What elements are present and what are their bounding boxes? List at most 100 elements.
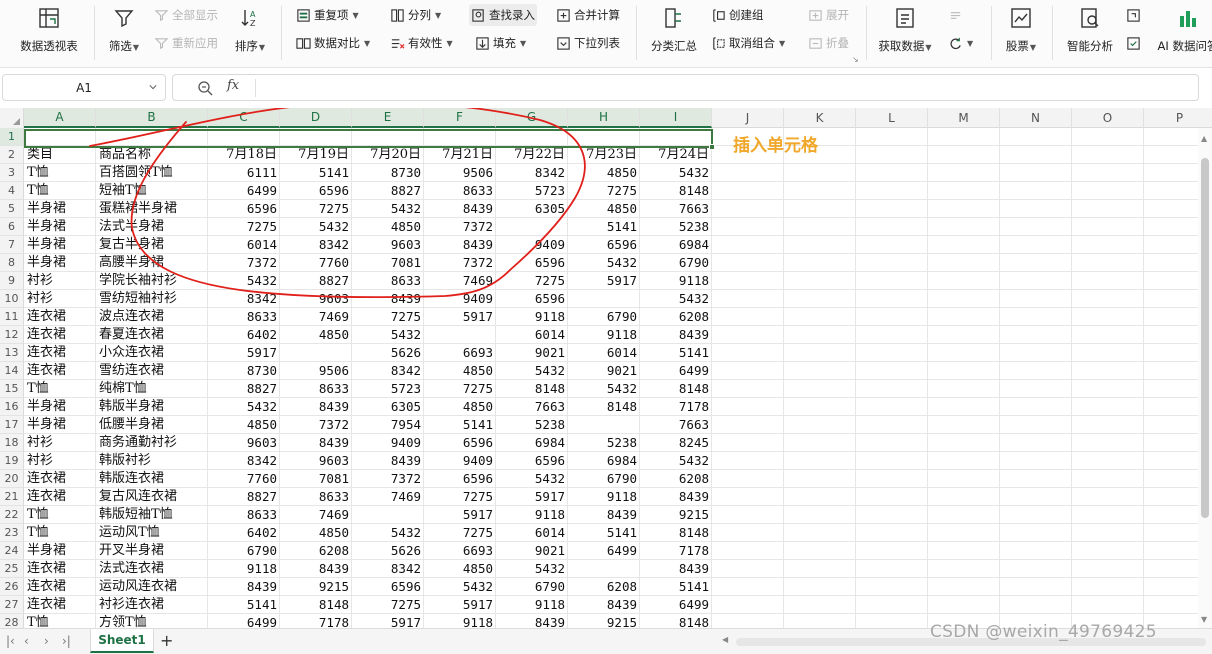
data-cell[interactable]: 6984 <box>640 236 712 254</box>
data-cell[interactable]: 5917 <box>424 308 496 326</box>
row-header[interactable]: 28 <box>0 614 24 628</box>
data-cell[interactable]: 6305 <box>496 200 568 218</box>
row-header[interactable]: 25 <box>0 560 24 578</box>
data-cell[interactable]: 8148 <box>640 182 712 200</box>
data-cell[interactable]: 8148 <box>640 614 712 628</box>
data-cell[interactable]: 4850 <box>280 524 352 542</box>
expand-button[interactable]: 展开 <box>806 4 851 26</box>
header-cell[interactable]: 类目 <box>24 146 96 164</box>
data-cell[interactable]: 7372 <box>280 416 352 434</box>
column-header-m[interactable]: M <box>928 108 1000 128</box>
data-cell[interactable]: 6014 <box>496 524 568 542</box>
worksheet[interactable]: ABCDEFGHIJKLMNOP 1 2 3 4 5 6 7 8 9 10 11 12 13 14 15 16… <box>0 108 1212 628</box>
data-cell[interactable]: 4850 <box>208 416 280 434</box>
data-cell[interactable]: 5626 <box>352 542 424 560</box>
data-cell[interactable]: 8439 <box>208 578 280 596</box>
data-cell[interactable]: T恤 <box>24 380 96 398</box>
row-header[interactable]: 18 <box>0 434 24 452</box>
data-cell[interactable]: 5141 <box>640 344 712 362</box>
data-cell[interactable]: 半身裙 <box>24 218 96 236</box>
row-header[interactable]: 16 <box>0 398 24 416</box>
data-cell[interactable]: 8439 <box>280 434 352 452</box>
data-cell[interactable]: 6499 <box>208 182 280 200</box>
header-cell[interactable]: 7月19日 <box>280 146 352 164</box>
data-cell[interactable]: 8342 <box>352 560 424 578</box>
data-cell[interactable]: 7275 <box>280 200 352 218</box>
column-header-k[interactable]: K <box>784 108 856 128</box>
data-cell[interactable]: 法式半身裙 <box>96 218 208 236</box>
data-cell[interactable]: 6596 <box>424 434 496 452</box>
row-header[interactable]: 4 <box>0 182 24 200</box>
data-cell[interactable]: 5917 <box>496 488 568 506</box>
show-all-button[interactable]: 全部显示 <box>152 4 220 26</box>
data-cell[interactable]: 8148 <box>640 380 712 398</box>
data-cell[interactable]: 8148 <box>496 380 568 398</box>
data-cell[interactable]: 6499 <box>208 614 280 628</box>
data-cell[interactable]: 8633 <box>208 506 280 524</box>
data-cell[interactable]: 6208 <box>640 470 712 488</box>
row-header[interactable]: 5 <box>0 200 24 218</box>
smart-analysis-button[interactable]: 智能分析 <box>1062 2 1118 64</box>
data-cell[interactable]: 7469 <box>280 308 352 326</box>
ai-data-qa-button[interactable]: AI 数据问答 <box>1152 2 1212 64</box>
data-cell[interactable]: 6208 <box>568 578 640 596</box>
data-cell[interactable]: 低腰半身裙 <box>96 416 208 434</box>
data-cell[interactable]: 6499 <box>568 542 640 560</box>
data-cell[interactable]: 9409 <box>352 434 424 452</box>
scroll-down-icon[interactable]: ▼ <box>1201 615 1207 624</box>
data-cell[interactable]: 4850 <box>568 200 640 218</box>
data-cell[interactable]: 6111 <box>208 164 280 182</box>
row-header[interactable]: 12 <box>0 326 24 344</box>
data-cell[interactable]: 运动风连衣裙 <box>96 578 208 596</box>
data-cell[interactable]: 9118 <box>496 596 568 614</box>
row-header[interactable]: 19 <box>0 452 24 470</box>
column-header-l[interactable]: L <box>856 108 928 128</box>
ai-tool-button[interactable] <box>1124 4 1143 26</box>
pivot-table-button[interactable]: 数据透视表 <box>14 2 84 64</box>
data-cell[interactable]: 高腰半身裙 <box>96 254 208 272</box>
fill-handle[interactable] <box>709 144 715 150</box>
data-cell[interactable]: 5432 <box>568 254 640 272</box>
ai-check-button[interactable] <box>1124 32 1143 54</box>
data-cell[interactable]: 5917 <box>568 272 640 290</box>
data-cell[interactable]: 6305 <box>352 398 424 416</box>
data-cell[interactable]: 7081 <box>280 470 352 488</box>
column-header-p[interactable]: P <box>1144 108 1212 128</box>
data-cell[interactable]: 5432 <box>496 362 568 380</box>
data-cell[interactable]: 百搭圆领T恤 <box>96 164 208 182</box>
data-cell[interactable]: T恤 <box>24 182 96 200</box>
data-cell[interactable]: 7663 <box>496 398 568 416</box>
data-cell[interactable]: 8439 <box>352 452 424 470</box>
data-cell[interactable]: 6693 <box>424 344 496 362</box>
data-cell[interactable]: 短袖T恤 <box>96 182 208 200</box>
collapse-button[interactable]: 折叠 <box>806 32 851 54</box>
data-cell[interactable]: 9603 <box>208 434 280 452</box>
reapply-button[interactable]: 重新应用 <box>152 32 220 54</box>
data-cell[interactable]: 4850 <box>424 398 496 416</box>
data-cell[interactable]: 5432 <box>496 470 568 488</box>
data-cell[interactable]: 6596 <box>568 236 640 254</box>
row-header[interactable]: 24 <box>0 542 24 560</box>
data-cell[interactable]: 9021 <box>568 362 640 380</box>
data-cell[interactable]: 5626 <box>352 344 424 362</box>
data-cell[interactable]: 7275 <box>208 218 280 236</box>
data-cell[interactable]: 韩版短袖T恤 <box>96 506 208 524</box>
row-header[interactable]: 26 <box>0 578 24 596</box>
data-cell[interactable]: 开叉半身裙 <box>96 542 208 560</box>
data-cell[interactable]: 8827 <box>352 182 424 200</box>
data-cell[interactable]: 半身裙 <box>24 200 96 218</box>
first-sheet-icon[interactable]: |‹ <box>6 634 15 648</box>
data-cell[interactable]: 连衣裙 <box>24 344 96 362</box>
data-cell[interactable]: T恤 <box>24 506 96 524</box>
data-cell[interactable]: 5432 <box>424 578 496 596</box>
data-cell[interactable]: 5432 <box>352 326 424 344</box>
row-header[interactable]: 11 <box>0 308 24 326</box>
data-cell[interactable]: 9506 <box>280 362 352 380</box>
data-cell[interactable]: 复古半身裙 <box>96 236 208 254</box>
data-cell[interactable]: 8439 <box>352 290 424 308</box>
data-cell[interactable]: 8633 <box>208 308 280 326</box>
data-cell[interactable]: 9118 <box>568 326 640 344</box>
data-cell[interactable]: 6499 <box>640 596 712 614</box>
data-cell[interactable]: 9603 <box>280 290 352 308</box>
add-sheet-button[interactable]: + <box>160 631 173 650</box>
